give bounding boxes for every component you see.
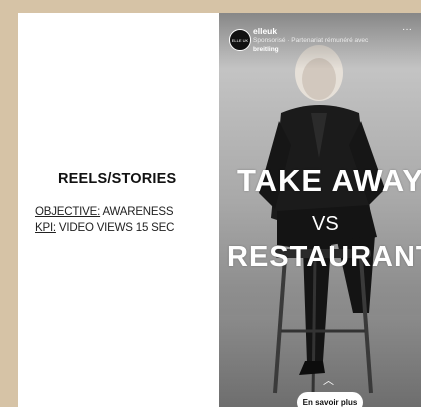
objective-label: OBJECTIVE: — [35, 206, 101, 218]
chevron-up-icon: ︿ — [323, 375, 334, 387]
partner-name[interactable]: breitling — [253, 46, 279, 53]
account-name[interactable]: elleuk — [253, 26, 277, 36]
kpi-label: KPI: — [35, 222, 56, 234]
slide-background: REELS/STORIES OBJECTIVE: AWARENESS KPI: … — [0, 0, 421, 407]
learn-more-button[interactable]: En savoir plus — [297, 392, 363, 407]
objective-line: OBJECTIVE: AWARENESS — [35, 206, 174, 218]
headline-vs: VS — [312, 213, 339, 235]
objective-value: AWARENESS — [100, 206, 174, 218]
headline-bottom: RESTAURANT — [227, 241, 421, 273]
panel-title: REELS/STORIES — [58, 171, 177, 187]
kpi-value: VIDEO VIEWS 15 SEC — [55, 222, 175, 234]
more-options-icon[interactable]: ··· — [402, 24, 412, 35]
model-photo — [259, 45, 385, 398]
headline-top: TAKE AWAY — [237, 163, 421, 198]
text-panel: REELS/STORIES OBJECTIVE: AWARENESS KPI: … — [18, 13, 218, 407]
kpi-line: KPI: VIDEO VIEWS 15 SEC — [35, 222, 174, 234]
sponsored-label: Sponsorisé · Partenariat rémunéré avec — [253, 37, 369, 44]
account-avatar[interactable]: ELLE UK — [229, 29, 251, 51]
story-preview[interactable]: ELLE UK elleuk Sponsorisé · Partenariat … — [219, 13, 421, 407]
